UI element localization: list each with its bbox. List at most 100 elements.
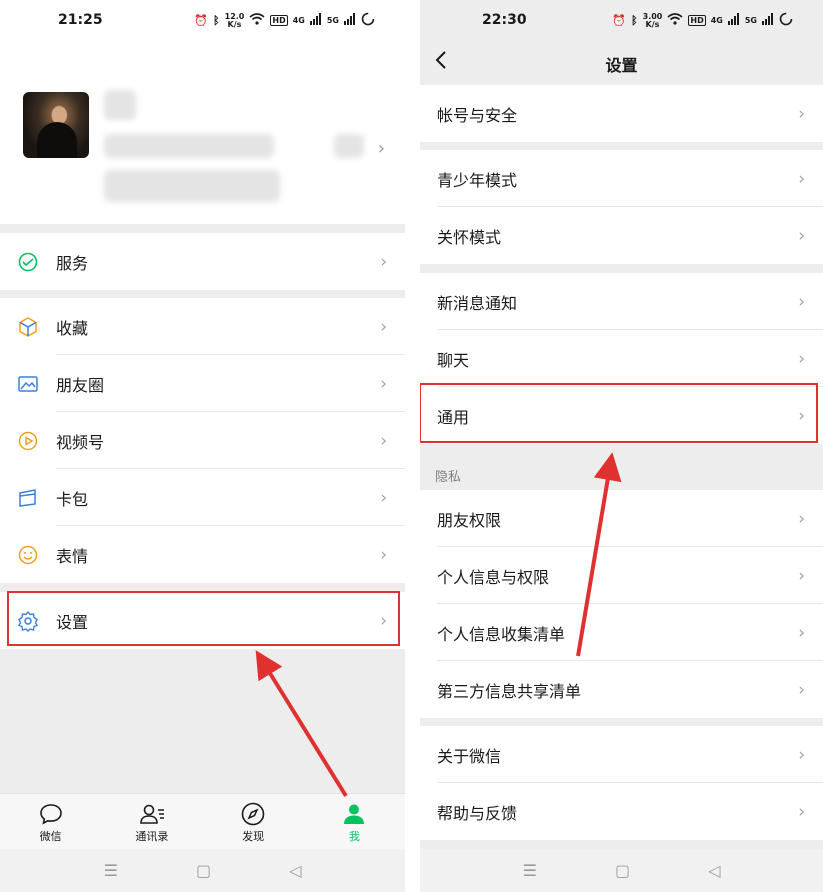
- signal-4g-label: 4G: [292, 16, 305, 25]
- network-speed: 3.00 K/s: [642, 11, 663, 29]
- settings-item-label: 新消息通知: [437, 293, 518, 313]
- signal-icon: [762, 13, 774, 28]
- privacy-group: 朋友权限 › 个人信息与权限 › 个人信息收集清单 › 第三方信息共享清单 ›: [420, 490, 823, 718]
- status-time: 22:30: [482, 12, 527, 28]
- menu-item-favorites[interactable]: 收藏 ›: [0, 298, 405, 355]
- mode-group: 青少年模式 › 关怀模式 ›: [420, 150, 823, 264]
- menu-item-label: 朋友圈: [56, 375, 105, 395]
- chevron-right-icon: ›: [380, 316, 387, 337]
- chevron-right-icon: ›: [380, 487, 387, 508]
- compass-icon: [203, 800, 304, 828]
- chevron-right-icon: ›: [798, 622, 805, 643]
- contacts-person-icon: [101, 800, 202, 828]
- menu-item-moments[interactable]: 朋友圈 ›: [0, 355, 405, 412]
- menu-item-stickers[interactable]: 表情 ›: [0, 526, 405, 583]
- menu-icon[interactable]: ☰: [523, 861, 537, 880]
- menu-item-label: 视频号: [56, 432, 105, 452]
- alarm-icon: ⏰: [612, 14, 627, 27]
- chat-bubble-icon: [0, 800, 101, 828]
- tab-label: 微信: [39, 830, 62, 843]
- settings-item-label: 朋友权限: [437, 510, 502, 530]
- settings-item-label: 关怀模式: [437, 227, 502, 247]
- tab-me[interactable]: 我: [304, 794, 405, 849]
- avatar[interactable]: [23, 92, 89, 158]
- menu-item-label: 卡包: [56, 489, 89, 509]
- menu-item-services[interactable]: 服务 ›: [0, 233, 405, 290]
- wechat-id-blurred: [104, 134, 274, 158]
- menu-icon[interactable]: ☰: [104, 861, 118, 880]
- chevron-right-icon: ›: [798, 103, 805, 124]
- chevron-right-icon: ›: [798, 744, 805, 765]
- settings-item-personal-info-permissions[interactable]: 个人信息与权限 ›: [420, 547, 823, 604]
- bluetooth-icon: ᛒ: [213, 14, 220, 27]
- me-screen: 21:25 ⏰ ᛒ 12.0 K/s HD 4G 5G › 服务 › 收藏 › …: [0, 0, 405, 892]
- hd-badge: HD: [270, 15, 288, 26]
- highlight-box-settings: [7, 591, 400, 646]
- nickname-blurred: [104, 90, 136, 120]
- sticker-smile-icon: [16, 543, 40, 567]
- signal-icon: [727, 13, 740, 28]
- signal-icon: [309, 13, 322, 28]
- chevron-right-icon: ›: [798, 291, 805, 312]
- chevron-right-icon: ›: [380, 430, 387, 451]
- settings-item-chat[interactable]: 聊天 ›: [420, 330, 823, 387]
- settings-item-label: 帐号与安全: [437, 105, 518, 125]
- bluetooth-icon: ᛒ: [631, 14, 638, 27]
- menu-item-cards[interactable]: 卡包 ›: [0, 469, 405, 526]
- channels-play-icon: [16, 429, 40, 453]
- settings-item-personal-info-collection[interactable]: 个人信息收集清单 ›: [420, 604, 823, 661]
- title-bar: 设置: [420, 42, 823, 84]
- settings-item-account-security[interactable]: 帐号与安全 ›: [420, 85, 823, 142]
- settings-screen: 22:30 ⏰ ᛒ 3.00 K/s HD 4G 5G 设置 帐号与安全 › 青…: [420, 0, 823, 892]
- signal-5g-label: 5G: [744, 16, 757, 25]
- bottom-tab-bar: 微信 通讯录 发现 我: [0, 793, 405, 849]
- back-triangle-icon[interactable]: ◁: [289, 861, 301, 880]
- home-icon[interactable]: ▢: [615, 861, 630, 880]
- settings-item-label: 个人信息与权限: [437, 567, 550, 587]
- settings-item-label: 第三方信息共享清单: [437, 681, 582, 701]
- signal-5g-label: 5G: [326, 16, 339, 25]
- chevron-right-icon: ›: [798, 225, 805, 246]
- privacy-section-header: 隐私: [435, 470, 462, 485]
- menu-item-label: 服务: [56, 253, 89, 273]
- profile-header[interactable]: ›: [0, 42, 405, 224]
- status-bar: 22:30 ⏰ ᛒ 3.00 K/s HD 4G 5G: [420, 0, 823, 42]
- home-icon[interactable]: ▢: [196, 861, 211, 880]
- settings-item-label: 帮助与反馈: [437, 803, 518, 823]
- tab-contacts[interactable]: 通讯录: [101, 794, 202, 849]
- services-group: 服务 ›: [0, 233, 405, 290]
- settings-item-teen-mode[interactable]: 青少年模式 ›: [420, 150, 823, 207]
- services-icon: [16, 250, 40, 274]
- chevron-right-icon: ›: [380, 251, 387, 272]
- settings-item-about-wechat[interactable]: 关于微信 ›: [420, 726, 823, 783]
- system-nav-bar: ☰ ▢ ◁: [420, 849, 823, 892]
- features-group: 收藏 › 朋友圈 › 视频号 › 卡包 › 表情 ›: [0, 298, 405, 583]
- chevron-right-icon: ›: [377, 138, 385, 159]
- network-speed: 12.0 K/s: [224, 11, 245, 29]
- tab-discover[interactable]: 发现: [203, 794, 304, 849]
- settings-item-care-mode[interactable]: 关怀模式 ›: [420, 207, 823, 264]
- settings-item-label: 关于微信: [437, 746, 502, 766]
- status-icons: ⏰ ᛒ 12.0 K/s HD 4G 5G: [194, 12, 375, 29]
- chevron-right-icon: ›: [798, 801, 805, 822]
- back-triangle-icon[interactable]: ◁: [708, 861, 720, 880]
- qr-code-blurred[interactable]: [334, 134, 364, 158]
- tab-label: 发现: [242, 830, 265, 843]
- chevron-right-icon: ›: [380, 544, 387, 565]
- settings-item-label: 青少年模式: [437, 170, 518, 190]
- settings-item-third-party-sharing[interactable]: 第三方信息共享清单 ›: [420, 661, 823, 718]
- settings-item-help-feedback[interactable]: 帮助与反馈 ›: [420, 783, 823, 840]
- battery-icon: [361, 12, 375, 29]
- battery-icon: [779, 12, 793, 29]
- settings-item-new-message-notify[interactable]: 新消息通知 ›: [420, 273, 823, 330]
- menu-item-label: 表情: [56, 546, 89, 566]
- tab-chats[interactable]: 微信: [0, 794, 101, 849]
- chevron-right-icon: ›: [798, 508, 805, 529]
- status-icons: ⏰ ᛒ 3.00 K/s HD 4G 5G: [612, 12, 793, 29]
- menu-item-channels[interactable]: 视频号 ›: [0, 412, 405, 469]
- about-group: 关于微信 › 帮助与反馈 ›: [420, 726, 823, 840]
- chevron-right-icon: ›: [798, 679, 805, 700]
- settings-item-label: 聊天: [437, 350, 470, 370]
- settings-item-friend-permissions[interactable]: 朋友权限 ›: [420, 490, 823, 547]
- account-group: 帐号与安全 ›: [420, 85, 823, 142]
